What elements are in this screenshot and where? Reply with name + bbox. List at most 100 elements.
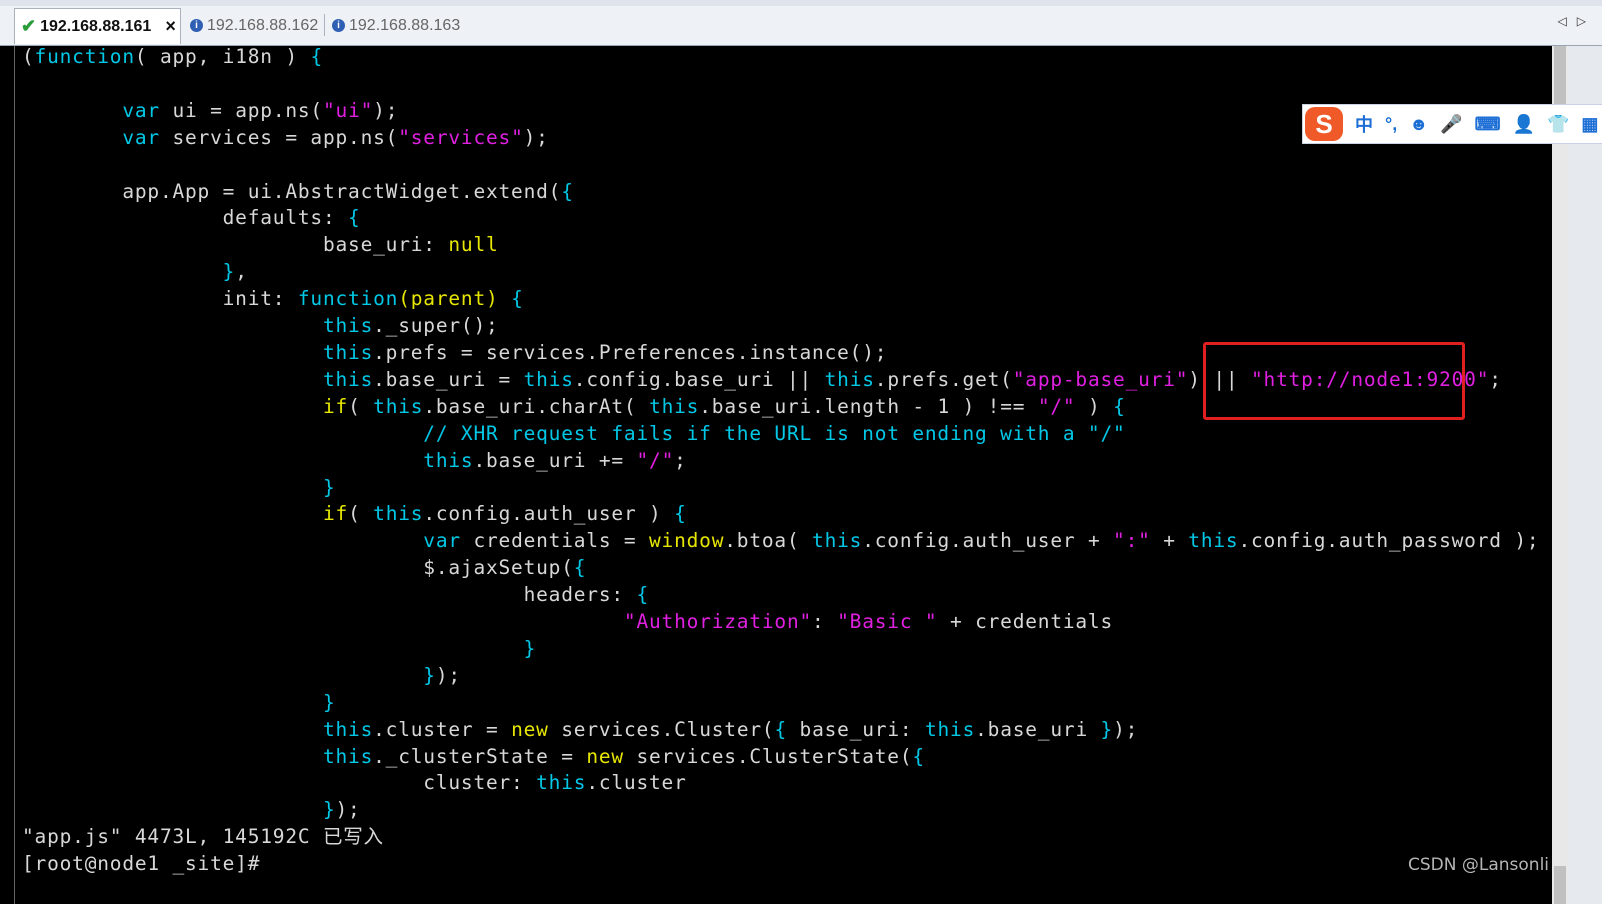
skin-icon[interactable]: 👕: [1547, 114, 1569, 135]
code-token: var: [122, 98, 160, 122]
code-line: defaults: {: [22, 205, 1539, 232]
tab-session-162[interactable]: i 192.168.88.162: [182, 8, 322, 43]
code-token: .config.base_uri ||: [573, 367, 825, 391]
code-token: }: [322, 690, 336, 714]
code-line: }: [22, 636, 1539, 663]
code-token: ._clusterState =: [373, 744, 587, 768]
code-token: var: [423, 529, 461, 553]
code-token: .base_uri.length - 1 ) !==: [699, 394, 1038, 418]
microphone-icon[interactable]: 🎤: [1440, 114, 1462, 135]
code-token: .base_uri +=: [473, 448, 637, 472]
tab-scroll-arrows[interactable]: ◁▷: [1558, 14, 1596, 28]
code-token: }: [423, 663, 436, 687]
code-token: new: [511, 717, 549, 741]
code-line: $.ajaxSetup({: [22, 555, 1539, 582]
watermark: CSDN @Lansonli: [1408, 855, 1550, 875]
code-token: }: [222, 260, 236, 284]
code-token: headers:: [22, 583, 637, 607]
code-token: "Authorization": [623, 610, 813, 634]
tab-session-161[interactable]: ✔ 192.168.88.161 ×: [14, 8, 181, 44]
code-token: if: [322, 394, 349, 418]
code-token: }: [322, 475, 336, 499]
code-line: (function( app, i18n ) {: [22, 44, 1539, 71]
code-line: this.cluster = new services.Cluster({ ba…: [22, 717, 1539, 744]
code-token: .base_uri: [975, 717, 1101, 741]
code-line: // XHR request fails if the URL is not e…: [22, 421, 1539, 448]
code-line: "Authorization": "Basic " + credentials: [22, 609, 1539, 636]
code-token: {: [348, 206, 361, 230]
code-token: cluster:: [22, 771, 537, 795]
tab-session-163[interactable]: i 192.168.88.163: [324, 8, 474, 43]
code-token: }: [322, 798, 336, 822]
scroll-up-region[interactable]: [1554, 46, 1566, 106]
code-token: "Basic ": [837, 610, 938, 634]
code-line: this._clusterState = new services.Cluste…: [22, 744, 1539, 771]
code-token: .config.auth_user +: [862, 529, 1114, 553]
code-token: $.ajaxSetup(: [22, 556, 574, 580]
code-token: ":": [1113, 529, 1151, 553]
code-token: (: [348, 502, 374, 526]
code-token: services = app.ns(: [159, 125, 399, 149]
code-token: }: [523, 636, 537, 660]
code-token: {: [912, 744, 925, 768]
emoji-icon[interactable]: ☻: [1409, 114, 1428, 135]
code-token: app.App = ui.AbstractWidget.extend(: [22, 179, 562, 203]
code-token: this: [423, 448, 474, 472]
code-token: this: [924, 717, 976, 741]
code-line: }: [22, 475, 1539, 502]
code-token: base_uri:: [787, 717, 925, 741]
code-line: app.App = ui.AbstractWidget.extend({: [22, 179, 1539, 206]
code-token: this: [322, 340, 374, 364]
code-token: this: [523, 367, 574, 391]
close-icon[interactable]: ×: [165, 16, 176, 37]
code-line: base_uri: null: [22, 232, 1539, 259]
grid-icon[interactable]: ▦: [1581, 114, 1598, 135]
code-token: );: [523, 125, 549, 149]
code-token: );: [435, 663, 461, 687]
code-token: defaults:: [22, 206, 349, 230]
ime-lang-toggle[interactable]: 中: [1355, 111, 1373, 137]
code-token: );: [335, 798, 361, 822]
code-token: );: [373, 98, 399, 122]
code-token: function: [34, 45, 135, 68]
highlight-box: [1203, 342, 1465, 420]
code-token: services.Cluster(: [548, 717, 775, 741]
code-token: "/": [1037, 394, 1076, 418]
sogou-logo-icon[interactable]: S: [1305, 107, 1343, 141]
code-token: .btoa(: [724, 529, 813, 553]
code-token: ;: [674, 448, 687, 472]
code-line: this.base_uri += "/";: [22, 448, 1539, 475]
code-token: {: [310, 45, 323, 68]
code-token: "app.js" 4473L, 145192C 已写入: [22, 825, 384, 849]
code-token: ( app, i18n ): [134, 45, 311, 68]
code-line: "app.js" 4473L, 145192C 已写入: [22, 824, 1539, 851]
code-token: this: [536, 771, 587, 795]
scrollbar-thumb[interactable]: [1554, 866, 1566, 904]
keyboard-icon[interactable]: ⌨: [1475, 114, 1501, 135]
user-icon[interactable]: 👤: [1513, 114, 1535, 135]
code-token: :: [812, 610, 838, 634]
code-token: {: [511, 287, 524, 311]
code-token: init:: [22, 287, 298, 311]
vertical-scrollbar[interactable]: [1552, 46, 1568, 904]
info-icon: i: [190, 19, 203, 32]
code-token: "ui": [322, 98, 374, 122]
check-icon: ✔: [21, 16, 37, 36]
punctuation-icon[interactable]: °,: [1385, 114, 1397, 135]
code-token: .base_uri.charAt(: [423, 394, 650, 418]
ime-toolbar[interactable]: S 中 °, ☻ 🎤 ⌨ 👤 👕 ▦: [1302, 104, 1602, 144]
code-token: this: [824, 367, 875, 391]
code-line: headers: {: [22, 582, 1539, 609]
